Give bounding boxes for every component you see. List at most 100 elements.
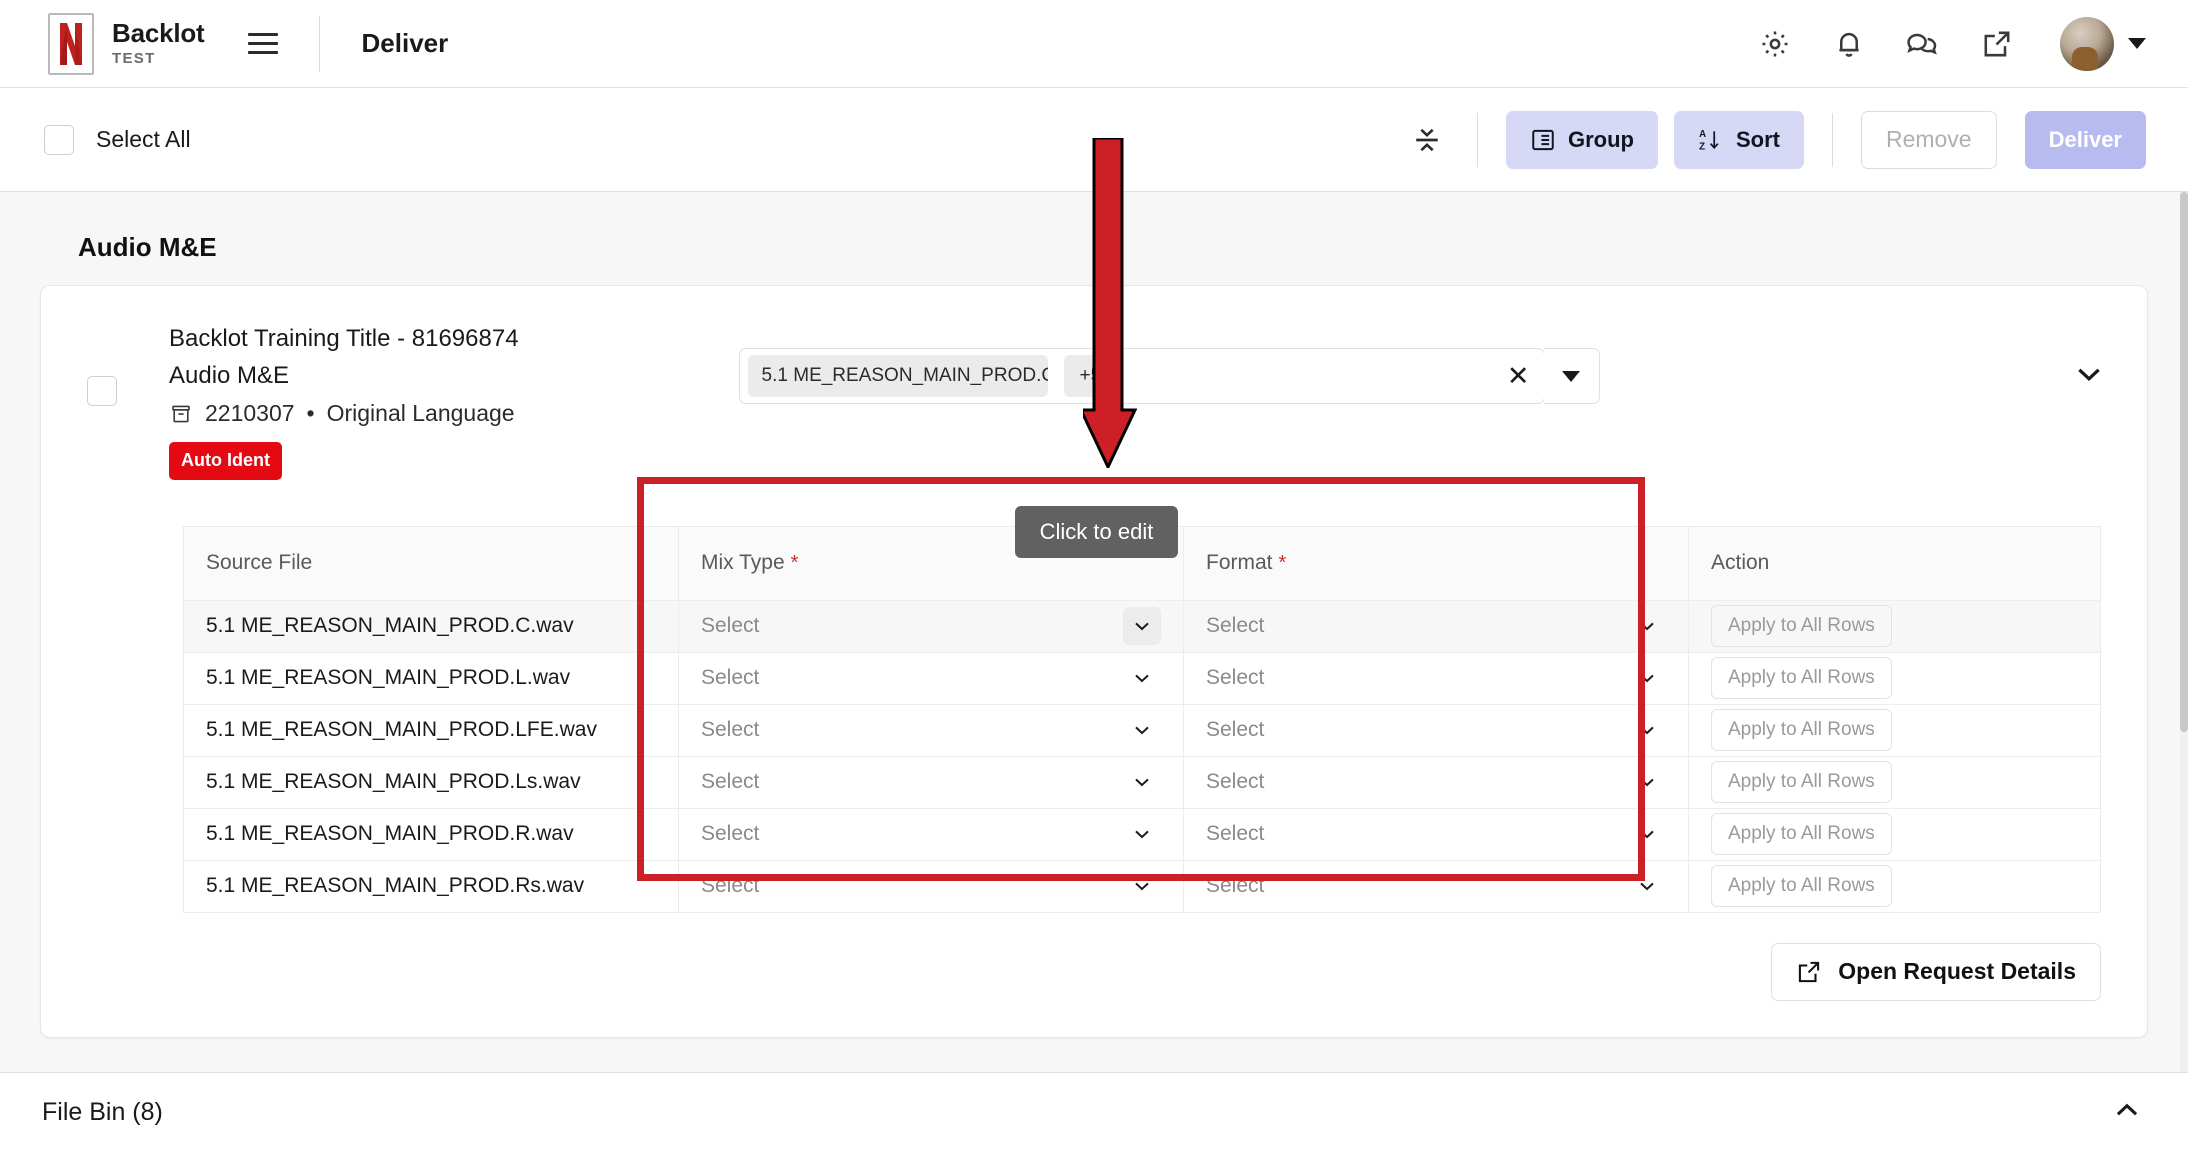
chevron-down-icon[interactable] <box>2128 38 2146 49</box>
column-label-wrap: Format * <box>1206 551 1286 575</box>
avatar <box>2060 16 2114 71</box>
cell-action: Apply to All Rows <box>1688 808 2100 860</box>
format-chevron-down-icon[interactable] <box>1628 711 1666 749</box>
page-scrollbar-thumb[interactable] <box>2180 192 2188 732</box>
card-select-checkbox[interactable] <box>87 376 117 406</box>
apply-to-all-rows-button[interactable]: Apply to All Rows <box>1711 605 1892 648</box>
table-row[interactable]: 5.1 ME_REASON_MAIN_PROD.Ls.wav Select Se… <box>184 756 2100 809</box>
table-row[interactable]: 5.1 ME_REASON_MAIN_PROD.R.wav Select Sel… <box>184 808 2100 861</box>
source-file-dropdown-button[interactable] <box>1543 348 1600 404</box>
mix-type-value: Select <box>701 822 760 846</box>
remove-button-label: Remove <box>1885 126 1972 152</box>
hamburger-icon[interactable] <box>241 22 285 66</box>
select-all-control[interactable]: Select All <box>0 124 191 155</box>
format-chevron-down-icon[interactable] <box>1628 607 1666 645</box>
collapse-rows-icon[interactable] <box>1405 118 1449 162</box>
select-all-checkbox[interactable] <box>44 124 74 155</box>
netflix-n-logo <box>48 12 94 75</box>
mix-type-chevron-down-icon[interactable] <box>1123 659 1161 697</box>
hamburger-bar <box>247 51 278 54</box>
apply-to-all-rows-button[interactable]: Apply to All Rows <box>1711 813 1892 856</box>
svg-text:Z: Z <box>1699 141 1705 152</box>
format-value: Select <box>1206 666 1265 690</box>
remove-button[interactable]: Remove <box>1860 110 1997 169</box>
external-link-icon[interactable] <box>1980 27 2014 61</box>
archive-box-icon <box>172 405 190 423</box>
brand-text: Backlot TEST <box>112 20 205 66</box>
card-request-id: 2210307 <box>205 400 295 427</box>
apply-to-all-rows-button[interactable]: Apply to All Rows <box>1711 709 1892 752</box>
cell-mix-type-select[interactable]: Select <box>678 600 1183 652</box>
format-chevron-down-icon[interactable] <box>1628 763 1666 801</box>
cell-format-select[interactable]: Select <box>1183 652 1688 704</box>
brand-block[interactable]: Backlot TEST <box>0 12 205 75</box>
cell-mix-type-select[interactable]: Select <box>678 860 1183 912</box>
chevron-up-icon <box>2116 1103 2138 1116</box>
selected-file-chip-label: 5.1 ME_REASON_MAIN_PROD.C.wav <box>761 365 1048 386</box>
cell-format-select[interactable]: Select <box>1183 756 1688 808</box>
cell-format-select[interactable]: Select <box>1183 704 1688 756</box>
cell-source-file: 5.1 ME_REASON_MAIN_PROD.Rs.wav <box>206 874 585 898</box>
nav-divider <box>318 15 320 72</box>
bell-icon[interactable] <box>1832 27 1866 61</box>
apply-to-all-rows-button[interactable]: Apply to All Rows <box>1711 865 1892 908</box>
card-header: Backlot Training Title - 81696874 Audio … <box>41 286 2147 502</box>
avatar-menu[interactable] <box>2060 16 2146 71</box>
open-request-details-button[interactable]: Open Request Details <box>1771 942 2101 1001</box>
sort-button[interactable]: A Z Sort <box>1673 110 1804 169</box>
apply-to-all-rows-button[interactable]: Apply to All Rows <box>1711 761 1892 804</box>
auto-ident-badge: Auto Ident <box>169 442 282 480</box>
mix-type-value: Select <box>701 614 760 638</box>
format-chevron-down-icon[interactable] <box>1628 815 1666 853</box>
page-title: Deliver <box>361 28 449 58</box>
action-divider <box>1831 112 1833 167</box>
overflow-count-chip[interactable]: +5 <box>1063 355 1118 397</box>
selected-file-chip[interactable]: 5.1 ME_REASON_MAIN_PROD.C.wav ✕ <box>747 355 1048 397</box>
deliver-page: Backlot TEST Deliver Select All Group A … <box>0 0 2188 1152</box>
apply-to-all-rows-button[interactable]: Apply to All Rows <box>1711 657 1892 700</box>
cell-mix-type-select[interactable]: Select <box>678 704 1183 756</box>
selection-action-bar: Select All Group A Z Sort Remove Deliver <box>0 88 2188 192</box>
mix-type-chevron-down-icon[interactable] <box>1123 867 1161 905</box>
table-row[interactable]: 5.1 ME_REASON_MAIN_PROD.C.wav Select Sel… <box>184 600 2100 653</box>
chat-icon[interactable] <box>1906 27 1940 61</box>
section-header-audio-me: Audio M&E <box>78 232 217 262</box>
netflix-n-logo-glyph <box>60 22 82 65</box>
table-row[interactable]: 5.1 ME_REASON_MAIN_PROD.Rs.wav Select Se… <box>184 860 2100 913</box>
action-buttons: Group A Z Sort Remove Deliver <box>1405 110 2188 169</box>
format-chevron-down-icon[interactable] <box>1628 659 1666 697</box>
table-row[interactable]: 5.1 ME_REASON_MAIN_PROD.LFE.wav Select S… <box>184 704 2100 757</box>
mix-type-chevron-down-icon[interactable] <box>1123 711 1161 749</box>
deliver-button[interactable]: Deliver <box>2024 110 2146 169</box>
cell-format-select[interactable]: Select <box>1183 808 1688 860</box>
mix-type-chevron-down-icon[interactable] <box>1123 815 1161 853</box>
column-header-source-file: Source File <box>184 527 678 600</box>
clear-selection-icon[interactable]: ✕ <box>1507 361 1530 392</box>
cell-mix-type-select[interactable]: Select <box>678 756 1183 808</box>
card-metadata: Backlot Training Title - 81696874 Audio … <box>169 320 519 480</box>
card-collapse-toggle[interactable] <box>2071 356 2107 397</box>
file-bin-bar[interactable]: File Bin (8) <box>0 1072 2188 1152</box>
cell-format-select[interactable]: Select <box>1183 600 1688 652</box>
group-button[interactable]: Group <box>1505 110 1658 169</box>
card-language: Original Language <box>326 400 515 427</box>
gear-icon[interactable] <box>1758 27 1792 61</box>
hamburger-bar <box>247 42 278 45</box>
table-row[interactable]: 5.1 ME_REASON_MAIN_PROD.L.wav Select Sel… <box>184 652 2100 705</box>
cell-mix-type-select[interactable]: Select <box>678 652 1183 704</box>
source-file-select[interactable]: 5.1 ME_REASON_MAIN_PROD.C.wav ✕ +5 ✕ <box>738 348 1600 404</box>
card-footer: Open Request Details <box>41 913 2147 1037</box>
format-value: Select <box>1206 874 1265 898</box>
sort-button-label: Sort <box>1735 126 1780 152</box>
cell-mix-type-select[interactable]: Select <box>678 808 1183 860</box>
mix-type-chevron-down-icon[interactable] <box>1123 763 1161 801</box>
top-navigation-bar: Backlot TEST Deliver <box>0 0 2188 88</box>
file-bin-toggle[interactable] <box>2110 1093 2144 1132</box>
mix-type-value: Select <box>701 718 760 742</box>
group-icon <box>1532 129 1554 150</box>
cell-format-select[interactable]: Select <box>1183 860 1688 912</box>
mix-type-chevron-down-icon[interactable] <box>1123 607 1161 646</box>
delivery-request-card: Backlot Training Title - 81696874 Audio … <box>40 285 2148 1038</box>
select-all-label: Select All <box>96 126 191 152</box>
format-chevron-down-icon[interactable] <box>1628 867 1666 905</box>
